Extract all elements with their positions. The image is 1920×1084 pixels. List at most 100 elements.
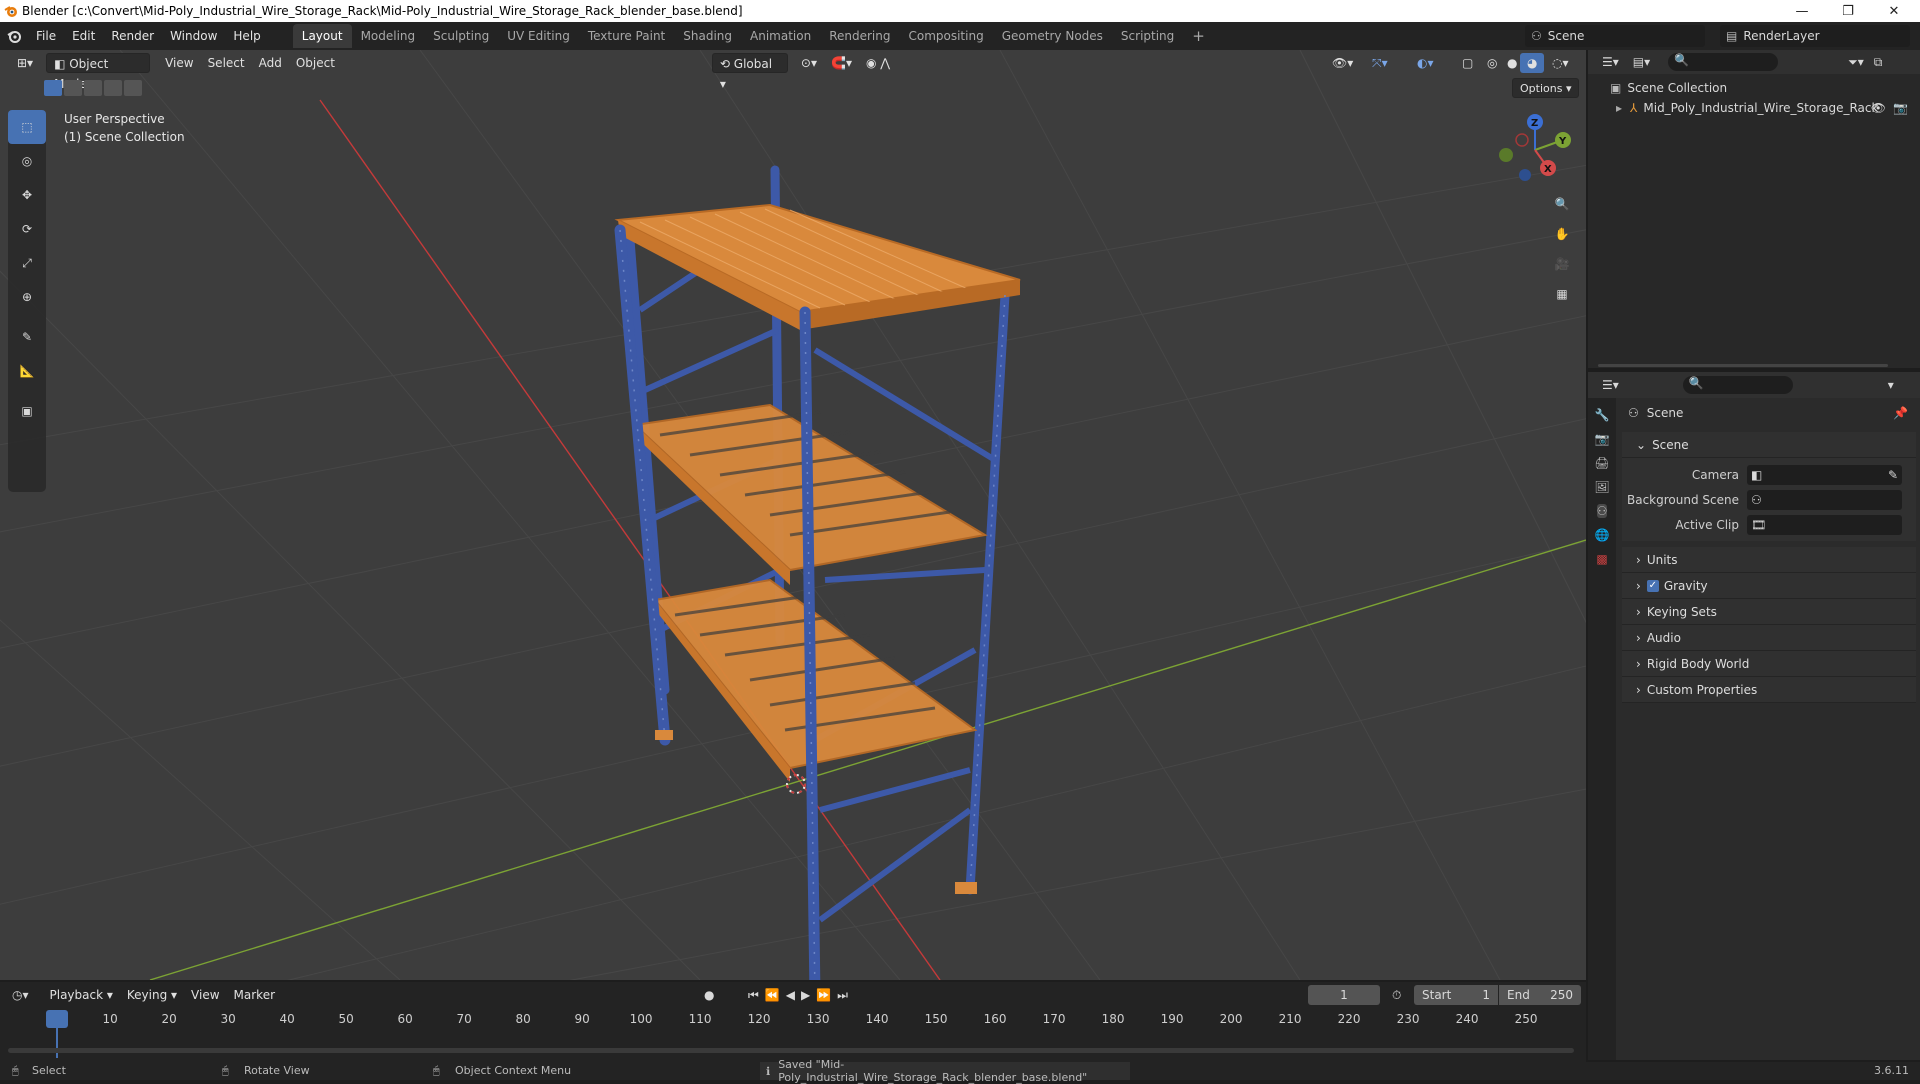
pan-hand-icon[interactable]: ✋ xyxy=(1548,220,1576,248)
scene-panel-header[interactable]: ⌄ Scene xyxy=(1622,432,1916,458)
playhead[interactable] xyxy=(46,1010,68,1028)
scene-selector[interactable]: ⚇ Scene xyxy=(1525,25,1705,47)
annotate-icon[interactable]: ✎ xyxy=(8,320,46,354)
tab-texture-paint[interactable]: Texture Paint xyxy=(579,24,674,48)
scale-icon[interactable]: ⤢ xyxy=(8,246,46,280)
xray-icon[interactable]: ▢ xyxy=(1455,53,1480,73)
menu-edit[interactable]: Edit xyxy=(64,22,103,50)
menu-playback[interactable]: Playback ▾ xyxy=(43,985,120,1005)
eyedropper-icon[interactable]: ✎ xyxy=(1888,468,1898,482)
editor-type-icon[interactable]: ⊞▾ xyxy=(10,53,40,73)
tab-sculpting[interactable]: Sculpting xyxy=(424,24,498,48)
outliner-editor-icon[interactable]: ☰▾ xyxy=(1602,55,1619,69)
add-cube-icon[interactable]: ▣ xyxy=(8,394,46,428)
menu-view[interactable]: View xyxy=(158,53,200,73)
pivot-point-icon[interactable]: ⊙▾ xyxy=(794,53,824,73)
properties-options-icon[interactable]: ▾ xyxy=(1888,378,1894,392)
properties-search-input[interactable]: 🔍 xyxy=(1682,376,1793,394)
start-frame-field[interactable]: Start 1 xyxy=(1414,985,1498,1005)
proportional-edit-icon[interactable]: ◉ ⋀ xyxy=(859,53,897,73)
select-invert-icon[interactable] xyxy=(104,80,122,96)
3d-viewport[interactable]: ⊞▾ ◧ Object Mode ▾ View Select Add Objec… xyxy=(0,50,1586,980)
menu-file[interactable]: File xyxy=(28,22,64,50)
zoom-icon[interactable]: 🔍 xyxy=(1548,190,1576,218)
add-workspace-button[interactable]: + xyxy=(1183,24,1214,48)
select-intersect-icon[interactable] xyxy=(124,80,142,96)
active-clip-field[interactable]: 🎞 xyxy=(1747,514,1902,535)
clock-icon[interactable]: ⏱ xyxy=(1392,988,1401,1003)
tab-compositing[interactable]: Compositing xyxy=(899,24,992,48)
overlay-toggle-icon[interactable]: ◐▾ xyxy=(1410,53,1441,73)
select-subtract-icon[interactable] xyxy=(84,80,102,96)
output-tab-icon[interactable]: 🖨 xyxy=(1594,456,1609,470)
outliner-search-input[interactable]: 🔍 xyxy=(1668,53,1779,71)
gravity-checkbox[interactable]: ✓ xyxy=(1646,579,1659,592)
close-button[interactable]: ✕ xyxy=(1871,0,1917,22)
tab-geometry-nodes[interactable]: Geometry Nodes xyxy=(993,24,1112,48)
perspective-toggle-icon[interactable]: ▦ xyxy=(1548,280,1576,308)
record-icon[interactable]: ● xyxy=(704,988,714,1002)
properties-editor-icon[interactable]: ☰▾ xyxy=(1602,378,1619,392)
render-layer-selector[interactable]: ▤ RenderLayer xyxy=(1720,25,1910,47)
select-new-icon[interactable] xyxy=(44,80,62,96)
cursor-icon[interactable]: ◎ xyxy=(8,144,46,178)
menu-keying[interactable]: Keying ▾ xyxy=(120,985,184,1005)
visibility-icon[interactable]: 👁▾ xyxy=(1325,53,1360,73)
timeline-editor-icon[interactable]: ◷▾ xyxy=(12,988,29,1002)
outliner-item[interactable]: ▸ ⅄ Mid_Poly_Industrial_Wire_Storage_Rac… xyxy=(1588,98,1920,118)
restore-button[interactable]: ❐ xyxy=(1825,0,1871,22)
scene-tab-icon[interactable]: ⚇ xyxy=(1596,504,1608,518)
camera-view-icon[interactable]: 🎥 xyxy=(1548,250,1576,278)
playback-controls[interactable]: ⏮⏪◀▶⏩⏭ xyxy=(748,988,854,1003)
expand-arrow-icon[interactable]: ▸ xyxy=(1616,101,1622,115)
rigid-body-world-panel[interactable]: › Rigid Body World xyxy=(1622,651,1916,677)
custom-properties-panel[interactable]: › Custom Properties xyxy=(1622,677,1916,703)
tab-scripting[interactable]: Scripting xyxy=(1112,24,1183,48)
measure-icon[interactable]: 📐 xyxy=(8,354,46,388)
view-layer-tab-icon[interactable]: 🖼 xyxy=(1594,480,1609,494)
display-mode-icon[interactable]: ▤▾ xyxy=(1633,55,1650,69)
gravity-panel[interactable]: › ✓ Gravity xyxy=(1622,573,1916,599)
current-frame-field[interactable]: 1 xyxy=(1308,985,1380,1005)
visibility-eye-icon[interactable]: 👁 xyxy=(1871,101,1886,115)
menu-object[interactable]: Object xyxy=(289,53,342,73)
audio-panel[interactable]: › Audio xyxy=(1622,625,1916,651)
new-collection-icon[interactable]: ⧉ xyxy=(1874,55,1883,70)
tab-modeling[interactable]: Modeling xyxy=(352,24,425,48)
background-scene-field[interactable]: ⚇ xyxy=(1747,489,1902,510)
select-extend-icon[interactable] xyxy=(64,80,82,96)
filter-icon[interactable]: ⏷▾ xyxy=(1848,55,1864,70)
outliner-root[interactable]: ▣ Scene Collection xyxy=(1588,78,1920,98)
texture-tab-icon[interactable]: ▩ xyxy=(1596,552,1607,566)
tab-uv-editing[interactable]: UV Editing xyxy=(498,24,579,48)
menu-help[interactable]: Help xyxy=(225,22,268,50)
gizmo-toggle-icon[interactable]: ⤧▾ xyxy=(1365,53,1395,73)
rendered-shading-icon[interactable]: ◌▾ xyxy=(1545,53,1576,73)
transform-orientation-dropdown[interactable]: ⟲ Global ▾ xyxy=(711,53,788,91)
units-panel[interactable]: › Units xyxy=(1622,547,1916,573)
menu-add[interactable]: Add xyxy=(252,53,289,73)
rotate-icon[interactable]: ⟳ xyxy=(8,212,46,246)
material-shading-icon[interactable]: ◕ xyxy=(1520,53,1545,73)
menu-view-timeline[interactable]: View xyxy=(184,985,226,1005)
storage-rack-model[interactable] xyxy=(614,165,1021,980)
keying-sets-panel[interactable]: › Keying Sets xyxy=(1622,599,1916,625)
menu-select[interactable]: Select xyxy=(201,53,252,73)
options-dropdown[interactable]: Options ▾ xyxy=(1512,78,1580,98)
world-tab-icon[interactable]: 🌐 xyxy=(1595,528,1610,542)
mode-selector[interactable]: ◧ Object Mode ▾ xyxy=(46,53,151,91)
menu-render[interactable]: Render xyxy=(103,22,162,50)
camera-field[interactable]: ◧ ✎ xyxy=(1747,464,1902,485)
transform-icon[interactable]: ⊕ xyxy=(8,280,46,314)
navigation-gizmo[interactable]: Z Y X xyxy=(1490,110,1580,190)
tab-shading[interactable]: Shading xyxy=(674,24,741,48)
blender-menu-icon[interactable] xyxy=(0,29,28,43)
tool-tab-icon[interactable]: 🔧 xyxy=(1595,408,1610,422)
tab-animation[interactable]: Animation xyxy=(741,24,820,48)
menu-window[interactable]: Window xyxy=(162,22,225,50)
render-camera-icon[interactable]: 📷 xyxy=(1893,101,1908,115)
tab-layout[interactable]: Layout xyxy=(292,24,352,48)
tab-rendering[interactable]: Rendering xyxy=(820,24,899,48)
snap-icon[interactable]: 🧲▾ xyxy=(824,53,859,73)
move-icon[interactable]: ✥ xyxy=(8,178,46,212)
